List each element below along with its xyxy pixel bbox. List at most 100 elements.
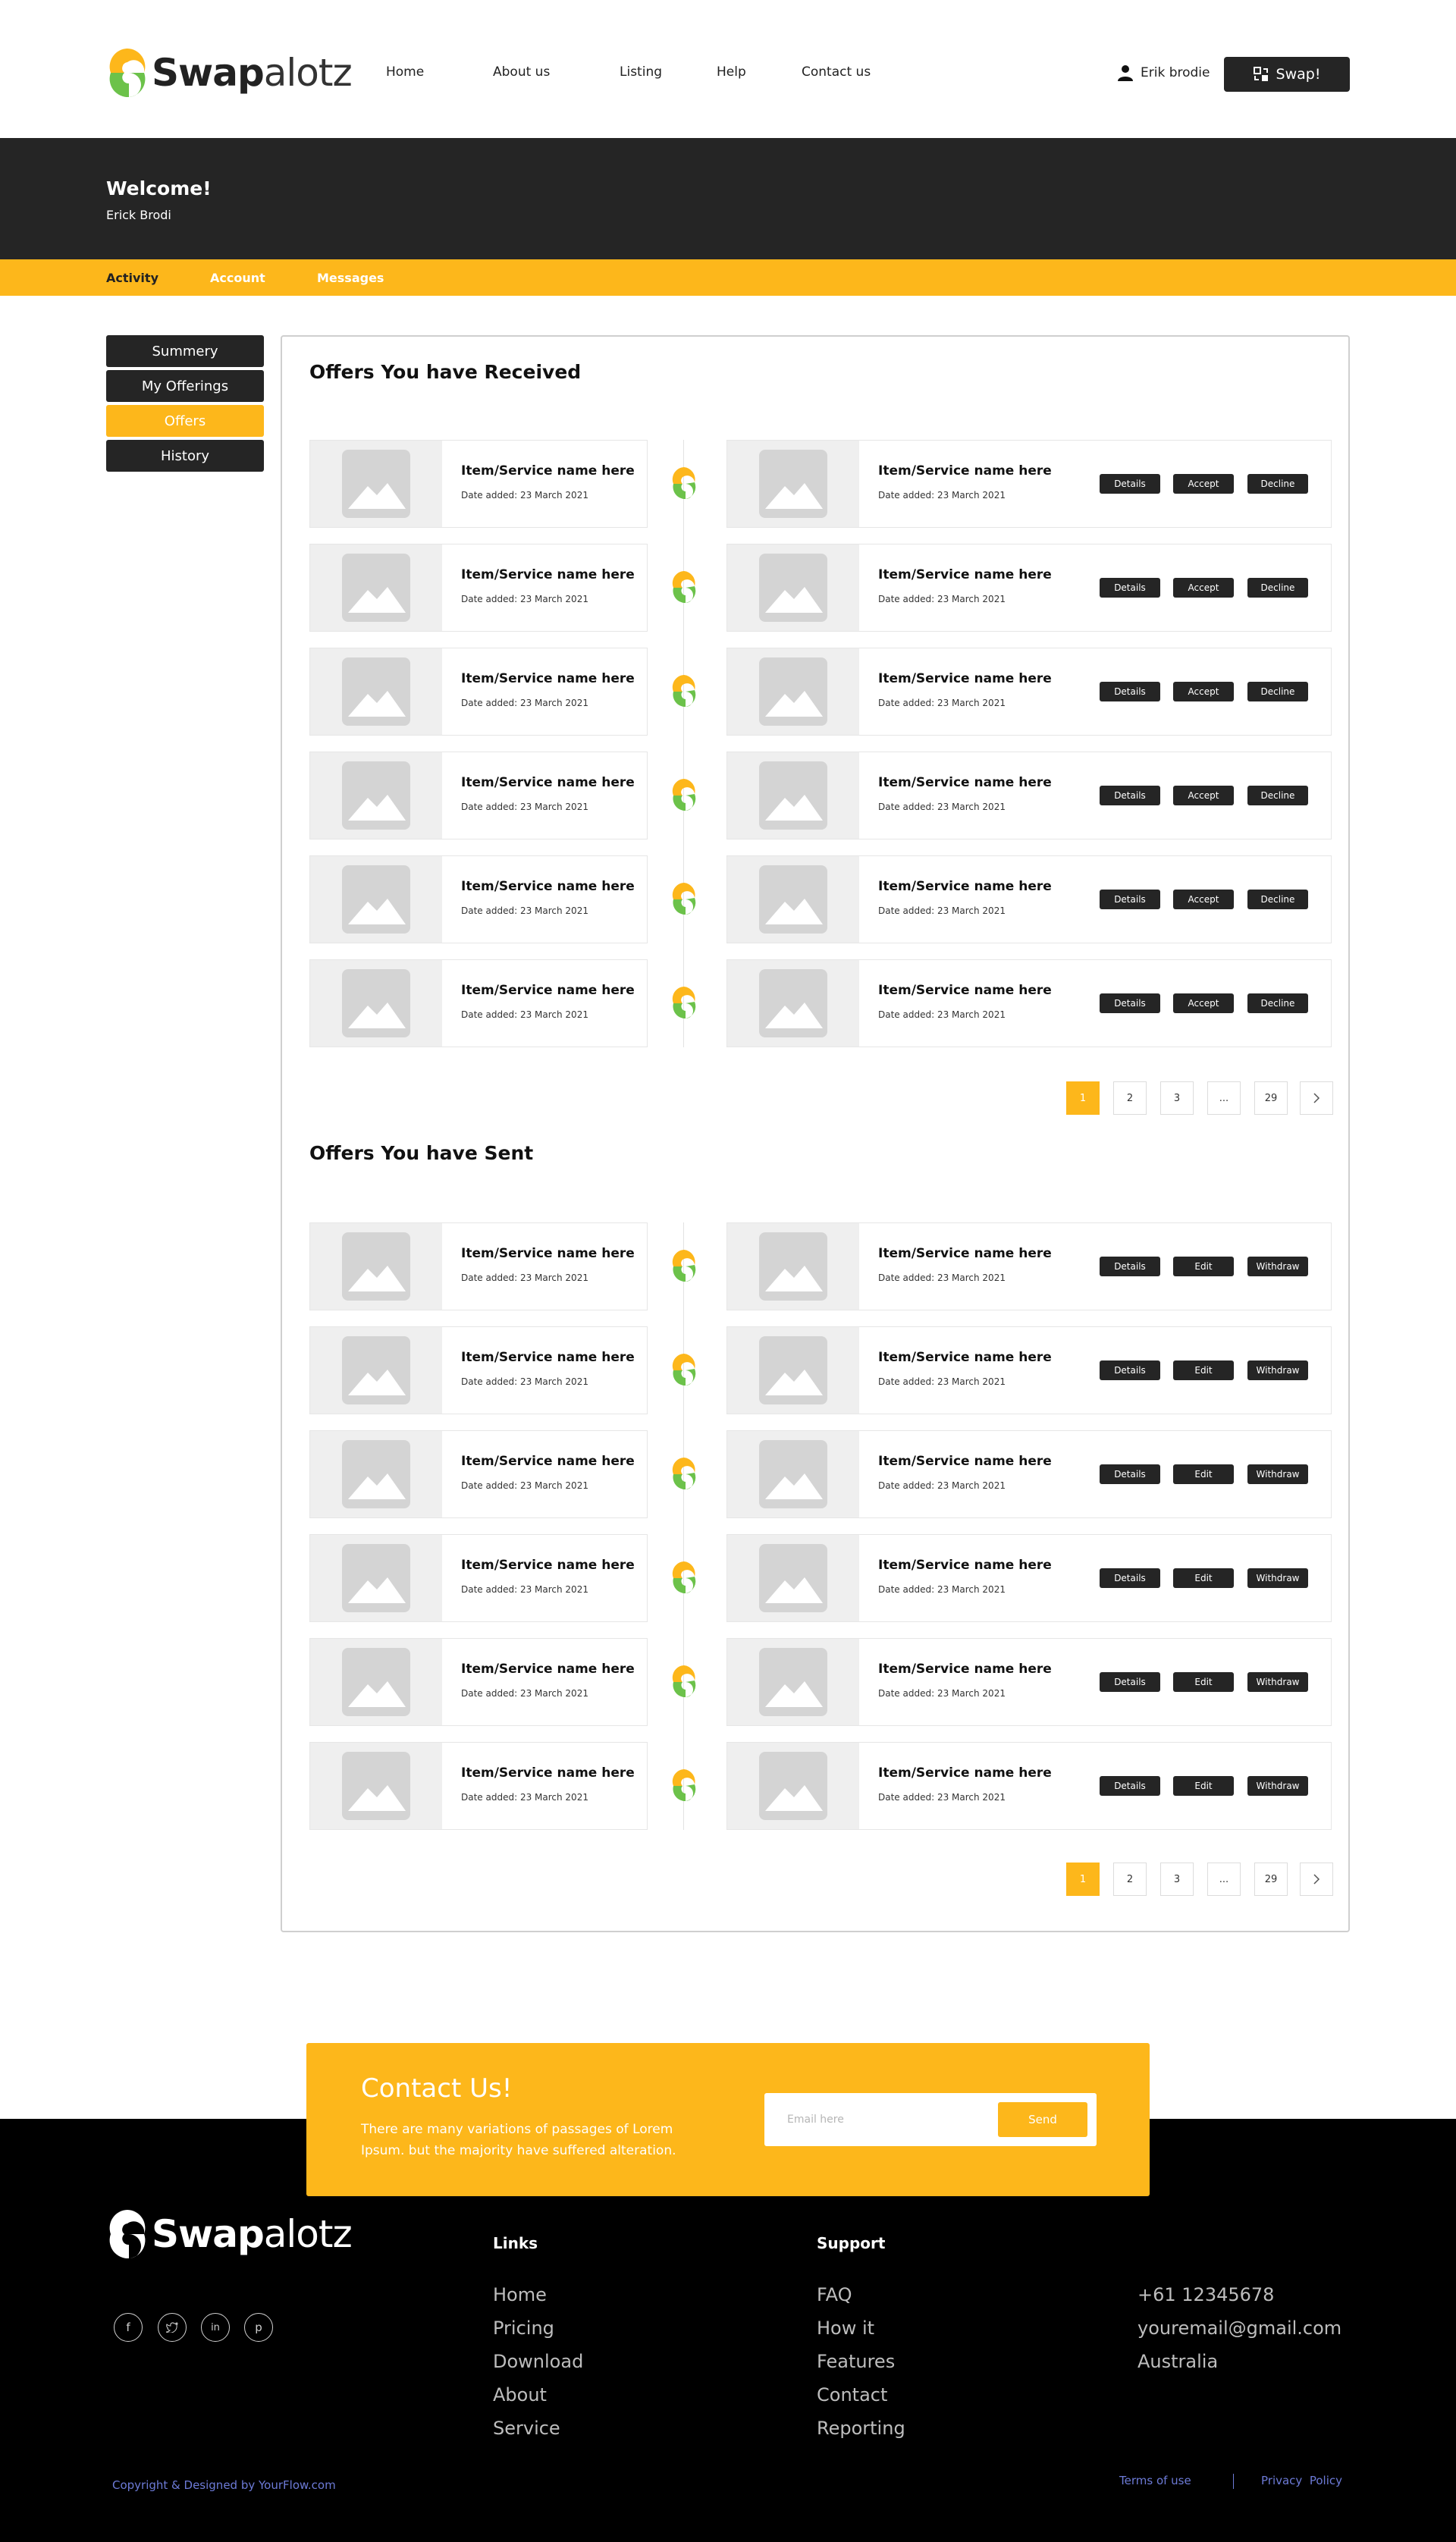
edit-button[interactable]: Edit (1173, 1257, 1234, 1276)
page-button[interactable]: 29 (1254, 1863, 1288, 1896)
withdraw-button[interactable]: Withdraw (1247, 1776, 1308, 1796)
page-button[interactable]: 1 (1066, 1081, 1100, 1115)
brand-logo[interactable]: Swapalotz (106, 46, 353, 100)
nav-home[interactable]: Home (386, 64, 424, 80)
offer-item-card[interactable]: Item/Service name here Date added: 23 Mar… (309, 1430, 648, 1518)
offer-item-card[interactable]: Item/Service name here Date added: 23 Mar… (726, 855, 1332, 943)
offer-item-card[interactable]: Item/Service name here Date added: 23 Mar… (726, 1638, 1332, 1726)
terms-link[interactable]: Terms of use (1119, 2474, 1191, 2487)
details-button[interactable]: Details (1100, 1360, 1160, 1380)
offer-item-card[interactable]: Item/Service name here Date added: 23 Mar… (726, 1222, 1332, 1310)
footer-link-how-it[interactable]: How it (817, 2318, 874, 2339)
withdraw-button[interactable]: Withdraw (1247, 1568, 1308, 1588)
offer-item-card[interactable]: Item/Service name here Date added: 23 Mar… (726, 1430, 1332, 1518)
withdraw-button[interactable]: Withdraw (1247, 1257, 1308, 1276)
offer-item-card[interactable]: Item/Service name here Date added: 23 Mar… (309, 440, 648, 528)
offer-item-card[interactable]: Item/Service name here Date added: 23 Mar… (726, 544, 1332, 632)
offer-item-card[interactable]: Item/Service name here Date added: 23 Mar… (309, 648, 648, 736)
page-button[interactable]: 3 (1160, 1863, 1194, 1896)
page-button[interactable]: 29 (1254, 1081, 1288, 1115)
details-button[interactable]: Details (1100, 1776, 1160, 1796)
nav-help[interactable]: Help (717, 64, 746, 80)
decline-button[interactable]: Decline (1247, 578, 1308, 598)
edit-button[interactable]: Edit (1173, 1360, 1234, 1380)
footer-link-contact[interactable]: Contact (817, 2384, 887, 2405)
footer-logo[interactable]: Swapalotz (106, 2207, 353, 2261)
offer-item-card[interactable]: Item/Service name here Date added: 23 Mar… (309, 1222, 648, 1310)
facebook-icon[interactable]: f (114, 2313, 143, 2342)
page-button[interactable]: 3 (1160, 1081, 1194, 1115)
swap-button[interactable]: Swap! (1224, 57, 1350, 92)
offer-item-card[interactable]: Item/Service name here Date added: 23 Mar… (726, 959, 1332, 1047)
offer-item-card[interactable]: Item/Service name here Date added: 23 Mar… (726, 440, 1332, 528)
offer-item-card[interactable]: Item/Service name here Date added: 23 Mar… (726, 752, 1332, 839)
details-button[interactable]: Details (1100, 786, 1160, 805)
page-button[interactable]: ... (1207, 1863, 1241, 1896)
nav-listing[interactable]: Listing (620, 64, 662, 80)
edit-button[interactable]: Edit (1173, 1568, 1234, 1588)
accept-button[interactable]: Accept (1173, 890, 1234, 909)
footer-link-home[interactable]: Home (493, 2284, 547, 2305)
accept-button[interactable]: Accept (1173, 474, 1234, 494)
decline-button[interactable]: Decline (1247, 890, 1308, 909)
email-input[interactable] (774, 2102, 986, 2137)
details-button[interactable]: Details (1100, 1672, 1160, 1692)
offer-item-card[interactable]: Item/Service name here Date added: 23 Mar… (726, 1326, 1332, 1414)
details-button[interactable]: Details (1100, 474, 1160, 494)
footer-link-download[interactable]: Download (493, 2351, 583, 2372)
offer-item-card[interactable]: Item/Service name here Date added: 23 Mar… (309, 752, 648, 839)
sidebar-item-history[interactable]: History (106, 440, 264, 472)
accept-button[interactable]: Accept (1173, 578, 1234, 598)
accept-button[interactable]: Accept (1173, 993, 1234, 1013)
twitter-icon[interactable] (158, 2313, 187, 2342)
footer-link-service[interactable]: Service (493, 2418, 560, 2439)
details-button[interactable]: Details (1100, 1464, 1160, 1484)
details-button[interactable]: Details (1100, 993, 1160, 1013)
offer-item-card[interactable]: Item/Service name here Date added: 23 Mar… (726, 1534, 1332, 1622)
withdraw-button[interactable]: Withdraw (1247, 1360, 1308, 1380)
offer-item-card[interactable]: Item/Service name here Date added: 23 Mar… (309, 959, 648, 1047)
details-button[interactable]: Details (1100, 1257, 1160, 1276)
send-button[interactable]: Send (998, 2102, 1087, 2137)
sidebar-item-summery[interactable]: Summery (106, 335, 264, 367)
offer-item-card[interactable]: Item/Service name here Date added: 23 Mar… (309, 1638, 648, 1726)
accept-button[interactable]: Accept (1173, 682, 1234, 701)
tab-messages[interactable]: Messages (317, 271, 384, 285)
offer-item-card[interactable]: Item/Service name here Date added: 23 Mar… (309, 544, 648, 632)
user-menu[interactable]: Erik brodie (1118, 64, 1210, 81)
privacy-link[interactable]: Privacy Policy (1261, 2474, 1342, 2487)
offer-item-card[interactable]: Item/Service name here Date added: 23 Mar… (309, 1742, 648, 1830)
offer-item-card[interactable]: Item/Service name here Date added: 23 Mar… (726, 648, 1332, 736)
decline-button[interactable]: Decline (1247, 682, 1308, 701)
next-page-icon[interactable] (1300, 1863, 1333, 1896)
page-button[interactable]: 1 (1066, 1863, 1100, 1896)
offer-item-card[interactable]: Item/Service name here Date added: 23 Mar… (309, 855, 648, 943)
withdraw-button[interactable]: Withdraw (1247, 1464, 1308, 1484)
offer-item-card[interactable]: Item/Service name here Date added: 23 Mar… (309, 1326, 648, 1414)
page-button[interactable]: ... (1207, 1081, 1241, 1115)
decline-button[interactable]: Decline (1247, 474, 1308, 494)
pinterest-icon[interactable]: p (244, 2313, 273, 2342)
footer-email[interactable]: youremail@gmail.com (1138, 2318, 1341, 2339)
footer-link-faq[interactable]: FAQ (817, 2284, 852, 2305)
details-button[interactable]: Details (1100, 1568, 1160, 1588)
sidebar-item-my-offerings[interactable]: My Offerings (106, 370, 264, 402)
edit-button[interactable]: Edit (1173, 1672, 1234, 1692)
footer-link-features[interactable]: Features (817, 2351, 895, 2372)
offer-item-card[interactable]: Item/Service name here Date added: 23 Mar… (726, 1742, 1332, 1830)
decline-button[interactable]: Decline (1247, 993, 1308, 1013)
linkedin-icon[interactable]: in (201, 2313, 230, 2342)
offer-item-card[interactable]: Item/Service name here Date added: 23 Mar… (309, 1534, 648, 1622)
accept-button[interactable]: Accept (1173, 786, 1234, 805)
footer-link-about[interactable]: About (493, 2384, 547, 2405)
withdraw-button[interactable]: Withdraw (1247, 1672, 1308, 1692)
nav-about-us[interactable]: About us (493, 64, 550, 80)
page-button[interactable]: 2 (1113, 1863, 1147, 1896)
next-page-icon[interactable] (1300, 1081, 1333, 1115)
footer-link-pricing[interactable]: Pricing (493, 2318, 554, 2339)
page-button[interactable]: 2 (1113, 1081, 1147, 1115)
tab-account[interactable]: Account (210, 271, 265, 285)
tab-activity[interactable]: Activity (106, 271, 158, 285)
sidebar-item-offers[interactable]: Offers (106, 405, 264, 437)
edit-button[interactable]: Edit (1173, 1464, 1234, 1484)
